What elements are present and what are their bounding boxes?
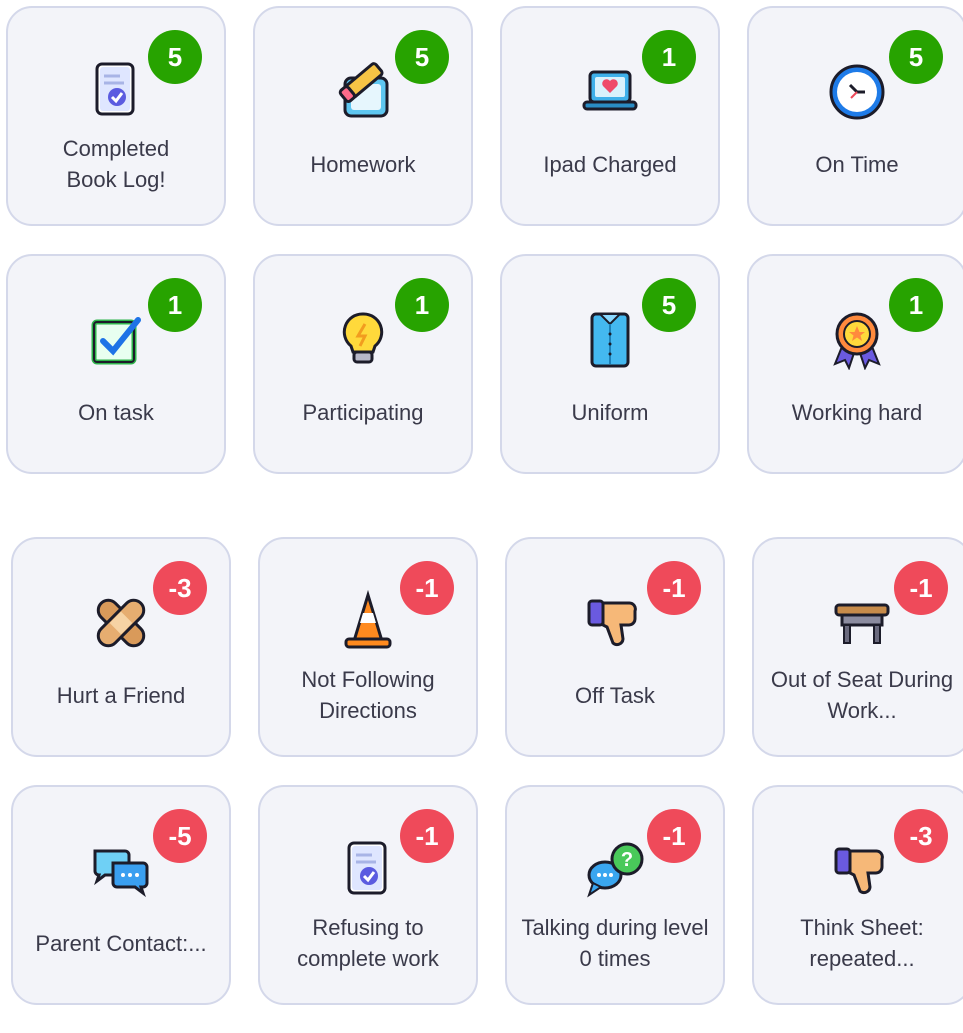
skill-card-uniform[interactable]: Uniform 5 [500, 254, 720, 474]
lightbulb-icon [331, 306, 395, 370]
negative-skills-row-1: Hurt a Friend -3 Not Following Direction… [11, 537, 963, 761]
skill-card-parent-contact[interactable]: Parent Contact:... -5 [11, 785, 231, 1005]
skill-label: Think Sheet: repeated... [800, 915, 924, 971]
desk-icon [830, 589, 894, 653]
checkbox-icon [84, 306, 148, 370]
skill-card-ipad-charged[interactable]: Ipad Charged 1 [500, 6, 720, 226]
chat-bubbles-icon [89, 837, 153, 901]
skill-card-not-following-directions[interactable]: Not Following Directions -1 [258, 537, 478, 757]
traffic-cone-icon [336, 589, 400, 653]
skill-label: Homework [310, 151, 416, 177]
positive-skills-grid: Completed Book Log! 5 Homework 5 Ipad Ch… [6, 6, 963, 502]
skill-label: Working hard [791, 399, 923, 425]
skill-card-out-of-seat[interactable]: Out of Seat During Work... -1 [752, 537, 963, 757]
points-badge: -1 [400, 809, 454, 863]
laptop-heart-icon [578, 58, 642, 122]
skill-card-on-task[interactable]: On task 1 [6, 254, 226, 474]
document-check-icon [336, 837, 400, 901]
skill-card-hurt-a-friend[interactable]: Hurt a Friend -3 [11, 537, 231, 757]
skill-card-off-task[interactable]: Off Task -1 [505, 537, 725, 757]
points-badge: -1 [400, 561, 454, 615]
svg-text:?: ? [621, 849, 633, 871]
points-badge: -1 [894, 561, 948, 615]
skill-card-working-hard[interactable]: Working hard 1 [747, 254, 963, 474]
skill-label: Refusing to complete work [297, 915, 439, 971]
medal-icon [825, 306, 889, 370]
clock-icon [825, 58, 889, 122]
points-badge: 5 [642, 278, 696, 332]
points-badge: -3 [894, 809, 948, 863]
shirt-icon [578, 306, 642, 370]
positive-skills-row-2: On task 1 Participating 1 Uniform 5 Work… [6, 254, 963, 478]
negative-skills-row-2: Parent Contact:... -5 Refusing to comple… [11, 785, 963, 1009]
skill-label: On Time [815, 151, 899, 177]
positive-skills-row-1: Completed Book Log! 5 Homework 5 Ipad Ch… [6, 6, 963, 230]
bandage-icon [89, 589, 153, 653]
skill-label: Completed Book Log! [62, 136, 170, 192]
thumbs-down-icon [830, 837, 894, 901]
points-badge: 5 [889, 30, 943, 84]
skill-label: Hurt a Friend [56, 682, 186, 708]
points-badge: -3 [153, 561, 207, 615]
skill-label: Out of Seat During Work... [770, 667, 954, 723]
points-badge: 1 [642, 30, 696, 84]
points-badge: 1 [395, 278, 449, 332]
skill-label: Ipad Charged [543, 151, 677, 177]
points-badge: 1 [889, 278, 943, 332]
skill-label: Participating [302, 399, 424, 425]
points-badge: -1 [647, 561, 701, 615]
skill-card-talking-during-level-0[interactable]: ? Talking during level 0 times -1 [505, 785, 725, 1005]
skill-card-on-time[interactable]: On Time 5 [747, 6, 963, 226]
points-badge: -5 [153, 809, 207, 863]
skill-label: On task [78, 399, 154, 425]
points-badge: 1 [148, 278, 202, 332]
speech-question-icon: ? [583, 837, 647, 901]
points-badge: 5 [395, 30, 449, 84]
skill-card-think-sheet[interactable]: Think Sheet: repeated... -3 [752, 785, 963, 1005]
skill-card-refusing-to-complete-work[interactable]: Refusing to complete work -1 [258, 785, 478, 1005]
negative-skills-grid: Hurt a Friend -3 Not Following Direction… [11, 537, 963, 1033]
document-check-icon [84, 58, 148, 122]
skill-card-homework[interactable]: Homework 5 [253, 6, 473, 226]
skill-label: Not Following Directions [301, 667, 435, 723]
skill-label: Parent Contact:... [35, 930, 207, 956]
points-badge: 5 [148, 30, 202, 84]
skill-label: Talking during level 0 times [521, 915, 709, 971]
pencil-paper-icon [331, 58, 395, 122]
skill-card-completed-book-log[interactable]: Completed Book Log! 5 [6, 6, 226, 226]
points-badge: -1 [647, 809, 701, 863]
skill-label: Off Task [575, 682, 655, 708]
thumbs-down-icon [583, 589, 647, 653]
skill-card-participating[interactable]: Participating 1 [253, 254, 473, 474]
skill-label: Uniform [571, 399, 649, 425]
